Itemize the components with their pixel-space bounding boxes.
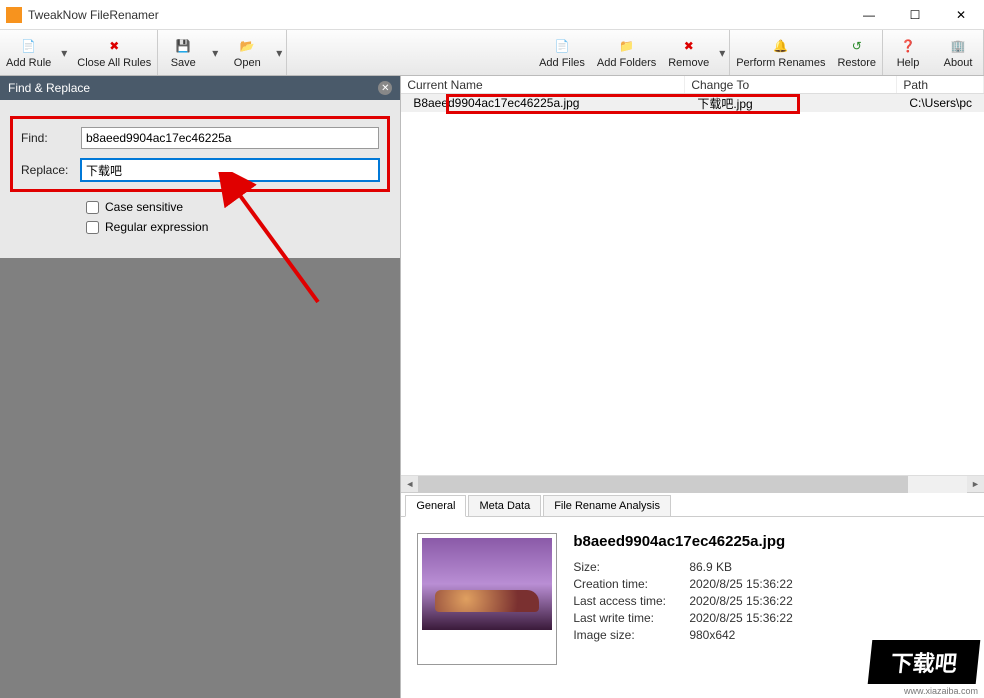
perform-renames-icon: 🔔 <box>771 36 791 56</box>
tab-meta-data[interactable]: Meta Data <box>468 495 541 516</box>
tab-general[interactable]: General <box>405 495 466 517</box>
case-sensitive-checkbox[interactable] <box>86 201 99 214</box>
size-label: Size: <box>573 560 689 574</box>
perform-renames-label: Perform Renames <box>736 57 825 69</box>
scroll-left-icon[interactable]: ◄ <box>401 476 418 493</box>
restore-icon: ↺ <box>847 36 867 56</box>
detail-filename: b8aeed9904ac17ec46225a.jpg <box>573 533 968 550</box>
case-sensitive-label: Case sensitive <box>105 200 183 214</box>
isize-value: 980x642 <box>689 628 735 642</box>
rules-panel: Find & Replace ✕ Find: Replace: Case sen… <box>0 76 400 698</box>
app-icon <box>6 7 22 23</box>
cell-change: 下载吧.jpg <box>685 95 897 112</box>
find-label: Find: <box>21 131 81 145</box>
thumbnail-image <box>422 538 552 630</box>
remove-icon: ✖ <box>679 36 699 56</box>
file-area: Current Name Change To Path B8aeed9904ac… <box>400 76 984 698</box>
wtime-value: 2020/8/25 15:36:22 <box>689 611 792 625</box>
perform-renames-button[interactable]: 🔔 Perform Renames <box>730 31 831 75</box>
help-label: Help <box>897 57 920 69</box>
add-rule-label: Add Rule <box>6 57 51 69</box>
panel-header: Find & Replace ✕ <box>0 76 400 100</box>
help-icon: ❓ <box>898 36 918 56</box>
horizontal-scrollbar[interactable]: ◄ ► <box>401 475 984 492</box>
toolbar: 📄 Add Rule ▾ ✖ Close All Rules 💾 Save ▾ … <box>0 30 984 76</box>
open-label: Open <box>234 57 261 69</box>
scroll-track[interactable] <box>418 476 967 493</box>
titlebar: TweakNow FileRenamer — ☐ ✕ <box>0 0 984 30</box>
remove-label: Remove <box>668 57 709 69</box>
add-files-label: Add Files <box>539 57 585 69</box>
remove-dropdown[interactable]: ▾ <box>715 31 729 75</box>
panel-body: Find: Replace: Case sensitive Regular ex… <box>0 100 400 258</box>
save-icon: 💾 <box>173 36 193 56</box>
open-button[interactable]: 📂 Open <box>222 31 272 75</box>
add-folders-button[interactable]: 📁 Add Folders <box>591 31 662 75</box>
size-value: 86.9 KB <box>689 560 732 574</box>
col-path[interactable]: Path <box>897 76 984 93</box>
watermark-logo: 下载吧 <box>868 640 981 684</box>
add-rule-icon: 📄 <box>19 36 39 56</box>
restore-label: Restore <box>837 57 876 69</box>
atime-label: Last access time: <box>573 594 689 608</box>
save-button[interactable]: 💾 Save <box>158 31 208 75</box>
about-label: About <box>944 57 973 69</box>
wtime-label: Last write time: <box>573 611 689 625</box>
col-current-name[interactable]: Current Name <box>401 76 685 93</box>
add-folders-icon: 📁 <box>617 36 637 56</box>
add-folders-label: Add Folders <box>597 57 656 69</box>
main: Find & Replace ✕ Find: Replace: Case sen… <box>0 76 984 698</box>
close-all-rules-label: Close All Rules <box>77 57 151 69</box>
add-files-button[interactable]: 📄 Add Files <box>533 31 591 75</box>
remove-button[interactable]: ✖ Remove <box>662 31 715 75</box>
ctime-label: Creation time: <box>573 577 689 591</box>
regex-checkbox[interactable] <box>86 221 99 234</box>
cell-current: B8aeed9904ac17ec46225a.jpg <box>401 96 685 110</box>
panel-title: Find & Replace <box>8 81 90 95</box>
col-change-to[interactable]: Change To <box>685 76 897 93</box>
highlight-box: Find: Replace: <box>10 116 390 192</box>
about-icon: 🏢 <box>948 36 968 56</box>
close-button[interactable]: ✕ <box>938 0 984 30</box>
restore-button[interactable]: ↺ Restore <box>831 31 882 75</box>
add-rule-button[interactable]: 📄 Add Rule <box>0 31 57 75</box>
maximize-button[interactable]: ☐ <box>892 0 938 30</box>
about-button[interactable]: 🏢 About <box>933 31 983 75</box>
isize-label: Image size: <box>573 628 689 642</box>
thumbnail <box>417 533 557 665</box>
close-all-rules-button[interactable]: ✖ Close All Rules <box>71 31 157 75</box>
ctime-value: 2020/8/25 15:36:22 <box>689 577 792 591</box>
cell-path: C:\Users\pc <box>897 96 984 110</box>
add-files-icon: 📄 <box>552 36 572 56</box>
open-icon: 📂 <box>237 36 257 56</box>
save-dropdown[interactable]: ▾ <box>208 31 222 75</box>
table-row[interactable]: B8aeed9904ac17ec46225a.jpg 下载吧.jpg C:\Us… <box>401 94 984 112</box>
replace-input[interactable] <box>81 159 379 181</box>
close-icon: ✖ <box>104 36 124 56</box>
detail-tabs: General Meta Data File Rename Analysis <box>401 492 984 516</box>
help-button[interactable]: ❓ Help <box>883 31 933 75</box>
open-dropdown[interactable]: ▾ <box>272 31 286 75</box>
regex-label: Regular expression <box>105 220 208 234</box>
find-input[interactable] <box>81 127 379 149</box>
list-header: Current Name Change To Path <box>401 76 984 94</box>
scroll-right-icon[interactable]: ► <box>967 476 984 493</box>
add-rule-dropdown[interactable]: ▾ <box>57 31 71 75</box>
watermark-url: www.xiazaiba.com <box>902 686 980 696</box>
file-list[interactable]: B8aeed9904ac17ec46225a.jpg 下载吧.jpg C:\Us… <box>401 94 984 475</box>
tab-file-rename-analysis[interactable]: File Rename Analysis <box>543 495 671 516</box>
minimize-button[interactable]: — <box>846 0 892 30</box>
window-title: TweakNow FileRenamer <box>28 8 846 22</box>
atime-value: 2020/8/25 15:36:22 <box>689 594 792 608</box>
scroll-thumb[interactable] <box>418 476 908 493</box>
replace-label: Replace: <box>21 163 81 177</box>
save-label: Save <box>171 57 196 69</box>
panel-close-icon[interactable]: ✕ <box>378 81 392 95</box>
